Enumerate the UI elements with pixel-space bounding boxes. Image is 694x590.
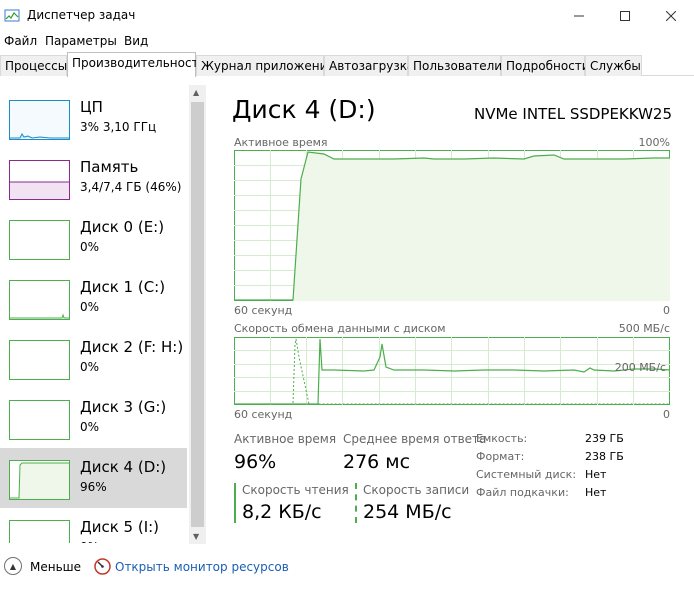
disk-thumbnail-graph [9, 340, 70, 380]
resource-sidebar: ЦП 3% 3,10 ГГц Память 3,4/7,4 ГБ (46%) Д… [0, 85, 188, 543]
sidebar-item-value: 0% [80, 360, 100, 374]
page-file-label: Файл подкачки: [476, 486, 569, 499]
disk-thumbnail-graph [9, 520, 70, 543]
chevron-up-icon[interactable]: ▲ [4, 557, 22, 575]
system-disk-value: Нет [585, 468, 607, 481]
minimize-button[interactable] [556, 0, 602, 32]
write-speed-indicator [355, 483, 357, 523]
capacity-value: 239 ГБ [585, 432, 624, 445]
transfer-chart-mid: 200 МБ/с [614, 361, 666, 374]
transfer-chart-x-left: 60 секунд [234, 408, 293, 421]
tab-performance[interactable]: Производительность [67, 52, 206, 77]
menu-view[interactable]: Вид [124, 34, 148, 48]
sidebar-item-disk-3[interactable]: Диск 3 (G:) 0% [0, 388, 187, 448]
sidebar-item-label: Диск 1 (C:) [80, 278, 166, 296]
disk-detail-panel: Диск 4 (D:) NVMe INTEL SSDPEKKW25 Активн… [206, 85, 694, 543]
tab-details[interactable]: Подробности [501, 55, 590, 76]
tab-processes[interactable]: Процессы [0, 55, 67, 76]
response-time-value: 276 мс [343, 451, 411, 473]
disk-thumbnail-graph [9, 280, 70, 320]
sidebar-item-disk-0[interactable]: Диск 0 (E:) 0% [0, 208, 187, 268]
disk-model: NVMe INTEL SSDPEKKW25 [473, 105, 672, 123]
close-button[interactable] [648, 0, 694, 32]
active-time-chart [234, 150, 670, 301]
transfer-rate-chart [234, 337, 670, 405]
scroll-up-arrow-icon[interactable]: ▲ [193, 88, 199, 97]
read-speed-value: 8,2 КБ/с [242, 501, 322, 523]
scrollbar-thumb[interactable] [191, 102, 204, 527]
sidebar-item-value: 96% [80, 480, 107, 494]
menu-file[interactable]: Файл [4, 34, 37, 48]
sidebar-item-label: Диск 2 (F: H:) [80, 338, 184, 356]
tab-services[interactable]: Службы [585, 55, 642, 76]
formatted-value: 238 ГБ [585, 450, 624, 463]
sidebar-item-disk-2[interactable]: Диск 2 (F: H:) 0% [0, 328, 187, 388]
active-time-chart-max: 100% [638, 136, 670, 149]
page-title: Диск 4 (D:) [232, 95, 376, 124]
maximize-icon [620, 11, 630, 21]
sidebar-item-value: 0% [80, 240, 100, 254]
system-disk-label: Системный диск: [476, 468, 577, 481]
scroll-down-arrow-icon[interactable]: ▼ [193, 532, 199, 541]
sidebar-item-value: 0% [80, 420, 100, 434]
sidebar-item-cpu[interactable]: ЦП 3% 3,10 ГГц [0, 88, 187, 148]
resource-monitor-icon[interactable] [94, 558, 111, 575]
active-time-chart-x-right: 0 [663, 304, 670, 317]
transfer-chart-x-right: 0 [663, 408, 670, 421]
active-time-value: 96% [234, 451, 277, 473]
sidebar-scrollbar[interactable]: ▲ ▼ [189, 85, 206, 544]
sidebar-item-label: Память [80, 158, 139, 176]
disk-thumbnail-graph [9, 400, 70, 440]
menu-options[interactable]: Параметры [45, 34, 117, 48]
tab-strip: Процессы Производительность Журнал прило… [0, 52, 694, 77]
tab-startup[interactable]: Автозагрузка [324, 55, 414, 76]
write-speed-label: Скорость записи [363, 483, 470, 497]
read-speed-label: Скорость чтения [242, 483, 349, 497]
transfer-chart-max: 500 МБ/с [618, 322, 670, 335]
tab-users[interactable]: Пользователи [408, 55, 502, 76]
task-manager-icon [4, 9, 20, 22]
sidebar-item-label: Диск 5 (I:) [80, 518, 160, 536]
tab-app-history[interactable]: Журнал приложений [196, 55, 335, 76]
window-title: Диспетчер задач [27, 8, 136, 22]
open-resource-monitor-link[interactable]: Открыть монитор ресурсов [115, 560, 289, 574]
sidebar-item-value: 0% [80, 540, 99, 543]
capacity-label: Емкость: [476, 432, 528, 445]
formatted-label: Формат: [476, 450, 525, 463]
cpu-thumbnail-graph [9, 100, 70, 140]
disk-thumbnail-graph [9, 460, 70, 500]
sidebar-item-label: Диск 4 (D:) [80, 458, 167, 476]
title-bar: Диспетчер задач [0, 0, 694, 32]
sidebar-item-disk-4[interactable]: Диск 4 (D:) 96% [0, 448, 187, 508]
fewer-details-button[interactable]: Меньше [30, 560, 81, 574]
active-time-label: Активное время [234, 432, 337, 446]
sidebar-item-memory[interactable]: Память 3,4/7,4 ГБ (46%) [0, 148, 187, 208]
disk-thumbnail-graph [9, 220, 70, 260]
response-time-label: Среднее время ответа [343, 432, 487, 446]
sidebar-item-label: Диск 0 (E:) [80, 218, 165, 236]
sidebar-item-value: 0% [80, 300, 100, 314]
minimize-icon [574, 15, 584, 17]
active-time-chart-x-left: 60 секунд [234, 304, 293, 317]
sidebar-item-value: 3,4/7,4 ГБ (46%) [80, 180, 182, 194]
menu-bar: Файл Параметры Вид [0, 32, 694, 52]
transfer-chart-label: Скорость обмена данными с диском [234, 322, 446, 335]
sidebar-item-label: Диск 3 (G:) [80, 398, 167, 416]
write-speed-value: 254 МБ/с [363, 501, 452, 523]
sidebar-item-disk-5[interactable]: Диск 5 (I:) 0% [0, 508, 187, 543]
maximize-button[interactable] [602, 0, 648, 32]
memory-thumbnail-graph [9, 160, 70, 200]
sidebar-item-label: ЦП [80, 98, 103, 116]
sidebar-item-value: 3% 3,10 ГГц [80, 120, 157, 134]
close-icon [666, 11, 676, 21]
page-file-value: Нет [585, 486, 607, 499]
read-speed-indicator [234, 483, 236, 523]
sidebar-item-disk-1[interactable]: Диск 1 (C:) 0% [0, 268, 187, 328]
footer-bar: ▲ Меньше Открыть монитор ресурсов [0, 552, 694, 582]
active-time-chart-label: Активное время [234, 136, 328, 149]
